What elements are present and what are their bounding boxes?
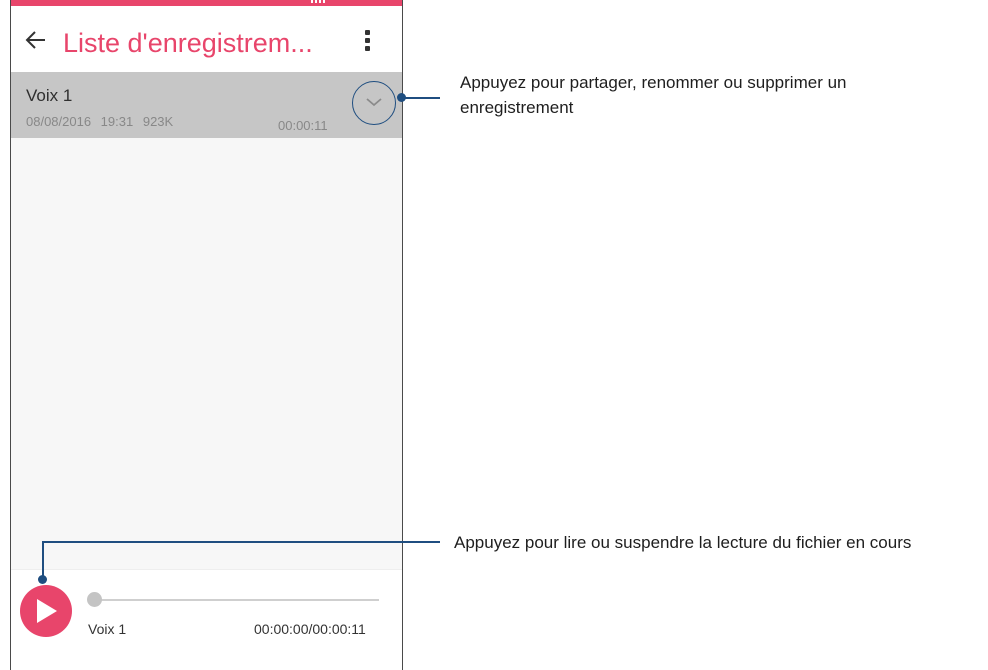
play-pause-button[interactable]: [20, 585, 72, 637]
callout-share-line: [402, 97, 440, 99]
expand-options-button[interactable]: [352, 81, 396, 125]
callout-play-vertical-line: [42, 541, 44, 577]
page-title: Liste d'enregistrem...: [63, 28, 313, 58]
seek-bar[interactable]: [95, 599, 379, 601]
player-time: 00:00:00/00:00:11: [254, 621, 366, 637]
play-icon: [37, 599, 57, 623]
back-arrow-icon[interactable]: [25, 29, 47, 51]
seek-thumb[interactable]: [87, 592, 102, 607]
more-options-icon[interactable]: [360, 30, 374, 52]
recording-list-item[interactable]: Voix 1 08/08/2016 19:31 923K 00:00:11: [11, 72, 402, 138]
callout-share-text: Appuyez pour partager, renommer ou suppr…: [460, 73, 847, 117]
phone-screen: Liste d'enregistrem... Voix 1 08/08/2016…: [10, 0, 403, 670]
recording-name: Voix 1: [26, 86, 73, 105]
recording-duration: 00:00:11: [278, 118, 328, 133]
app-bar: Liste d'enregistrem...: [11, 6, 402, 72]
recording-date: 08/08/2016 19:31: [26, 114, 134, 129]
recording-size: 923K: [142, 114, 174, 129]
recording-meta: 08/08/2016 19:31 923K: [26, 114, 173, 129]
player-track-name: Voix 1: [88, 621, 127, 637]
callout-play-text: Appuyez pour lire ou suspendre la lectur…: [454, 533, 912, 552]
status-bar-indicators: [311, 0, 325, 3]
chevron-down-icon: [366, 98, 382, 107]
callout-play-line: [42, 541, 440, 543]
player-bar: Voix 1 00:00:00/00:00:11: [11, 569, 402, 670]
